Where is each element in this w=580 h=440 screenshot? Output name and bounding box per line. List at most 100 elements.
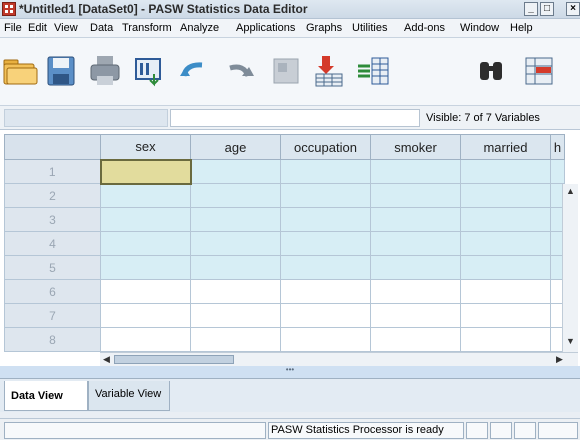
vertical-scrollbar[interactable]: ▲ ▼ <box>562 184 578 352</box>
visible-variables-label: Visible: 7 of 7 Variables <box>426 112 540 124</box>
grid-cell[interactable] <box>460 303 551 328</box>
status-pane <box>538 422 578 439</box>
processor-status: PASW Statistics Processor is ready <box>268 422 464 439</box>
grid-cell[interactable] <box>100 207 191 232</box>
grid-cell[interactable] <box>370 279 461 304</box>
grid-cell[interactable] <box>460 279 551 304</box>
save-icon[interactable] <box>44 54 82 90</box>
grid-cell[interactable] <box>280 207 371 232</box>
status-pane <box>466 422 488 439</box>
grid-cell[interactable] <box>460 207 551 232</box>
grid-cell[interactable] <box>460 159 551 184</box>
insert-cases-icon[interactable] <box>522 54 560 90</box>
grid-cell[interactable] <box>460 183 551 208</box>
grid-cell[interactable] <box>370 159 461 184</box>
grid-cell[interactable] <box>190 327 281 352</box>
tab-variable-view[interactable]: Variable View <box>88 381 170 411</box>
grid-cell[interactable] <box>190 279 281 304</box>
grid-cell[interactable] <box>100 231 191 256</box>
horizontal-scrollbar[interactable]: ◀ ▶ <box>100 352 578 366</box>
row-header-3[interactable]: 3 <box>4 207 101 232</box>
grid-cell[interactable] <box>100 183 191 208</box>
row-header-7[interactable]: 7 <box>4 303 101 328</box>
grid-cell[interactable] <box>370 183 461 208</box>
grid-cell[interactable] <box>370 303 461 328</box>
variables-icon[interactable] <box>356 54 394 90</box>
grid-cell[interactable] <box>370 327 461 352</box>
menu-view[interactable]: View <box>54 22 78 34</box>
grid-cell[interactable] <box>190 183 281 208</box>
grid-cell[interactable] <box>460 327 551 352</box>
horizontal-scroll-thumb[interactable] <box>114 355 234 364</box>
menu-transform[interactable]: Transform <box>122 22 172 34</box>
maximize-button[interactable]: □ <box>540 2 554 16</box>
menu-applications[interactable]: Applications <box>236 22 295 34</box>
row-header-2[interactable]: 2 <box>4 183 101 208</box>
cell-name-box <box>4 109 168 127</box>
row-header-4[interactable]: 4 <box>4 231 101 256</box>
grid-cell[interactable] <box>370 207 461 232</box>
row-header-6[interactable]: 6 <box>4 279 101 304</box>
menu-graphs[interactable]: Graphs <box>306 22 342 34</box>
data-grid-area: sex age occupation smoker married h 1 2 … <box>0 130 580 366</box>
grid-cell[interactable] <box>280 183 371 208</box>
grid-cell[interactable] <box>190 159 281 184</box>
menu-file[interactable]: File <box>4 22 22 34</box>
goto-case-icon[interactable] <box>268 54 306 90</box>
grid-cell[interactable] <box>190 255 281 280</box>
recall-dialog-icon[interactable] <box>132 54 170 90</box>
scroll-left-icon[interactable]: ◀ <box>103 354 110 365</box>
column-header-married[interactable]: married <box>460 134 551 160</box>
print-icon[interactable] <box>88 54 126 90</box>
grid-cell[interactable] <box>280 327 371 352</box>
column-header-occupation[interactable]: occupation <box>280 134 371 160</box>
grid-cell[interactable] <box>100 279 191 304</box>
grid-cell[interactable] <box>370 231 461 256</box>
cell-value-input[interactable] <box>170 109 420 127</box>
menu-edit[interactable]: Edit <box>28 22 47 34</box>
status-pane <box>514 422 536 439</box>
grid-cell[interactable] <box>190 207 281 232</box>
close-button[interactable]: × <box>566 2 580 16</box>
row-header-1[interactable]: 1 <box>4 159 101 184</box>
grid-cell[interactable] <box>280 255 371 280</box>
menu-addons[interactable]: Add-ons <box>404 22 445 34</box>
row-header-5[interactable]: 5 <box>4 255 101 280</box>
minimize-button[interactable]: _ <box>524 2 538 16</box>
grid-cell[interactable] <box>280 231 371 256</box>
grid-cell[interactable] <box>100 255 191 280</box>
active-cell[interactable] <box>99 158 192 185</box>
column-header-smoker[interactable]: smoker <box>370 134 461 160</box>
grid-cell[interactable] <box>190 231 281 256</box>
grid-cell[interactable] <box>370 255 461 280</box>
scroll-right-icon[interactable]: ▶ <box>556 354 563 365</box>
pane-splitter[interactable]: ••• <box>0 366 580 378</box>
menu-help[interactable]: Help <box>510 22 533 34</box>
grid-cell[interactable] <box>460 255 551 280</box>
undo-icon[interactable] <box>176 54 214 90</box>
grid-corner <box>4 134 101 160</box>
open-folder-icon[interactable] <box>2 54 40 90</box>
menu-data[interactable]: Data <box>90 22 113 34</box>
menu-window[interactable]: Window <box>460 22 499 34</box>
grid-cell[interactable] <box>280 159 371 184</box>
grid-cell[interactable] <box>100 303 191 328</box>
find-icon[interactable] <box>474 54 512 90</box>
goto-variable-icon[interactable] <box>312 54 350 90</box>
scroll-down-icon[interactable]: ▼ <box>566 336 575 346</box>
tab-data-view[interactable]: Data View <box>4 381 88 411</box>
grid-cell[interactable] <box>280 303 371 328</box>
row-header-8[interactable]: 8 <box>4 327 101 352</box>
column-header-age[interactable]: age <box>190 134 281 160</box>
scroll-up-icon[interactable]: ▲ <box>566 186 575 196</box>
grid-cell[interactable] <box>550 159 565 184</box>
menu-analyze[interactable]: Analyze <box>180 22 219 34</box>
menu-utilities[interactable]: Utilities <box>352 22 387 34</box>
grid-cell[interactable] <box>190 303 281 328</box>
column-header-sex[interactable]: sex <box>100 134 191 160</box>
grid-cell[interactable] <box>280 279 371 304</box>
redo-icon[interactable] <box>222 54 260 90</box>
grid-cell[interactable] <box>100 327 191 352</box>
column-header-truncated[interactable]: h <box>550 134 565 160</box>
grid-cell[interactable] <box>460 231 551 256</box>
